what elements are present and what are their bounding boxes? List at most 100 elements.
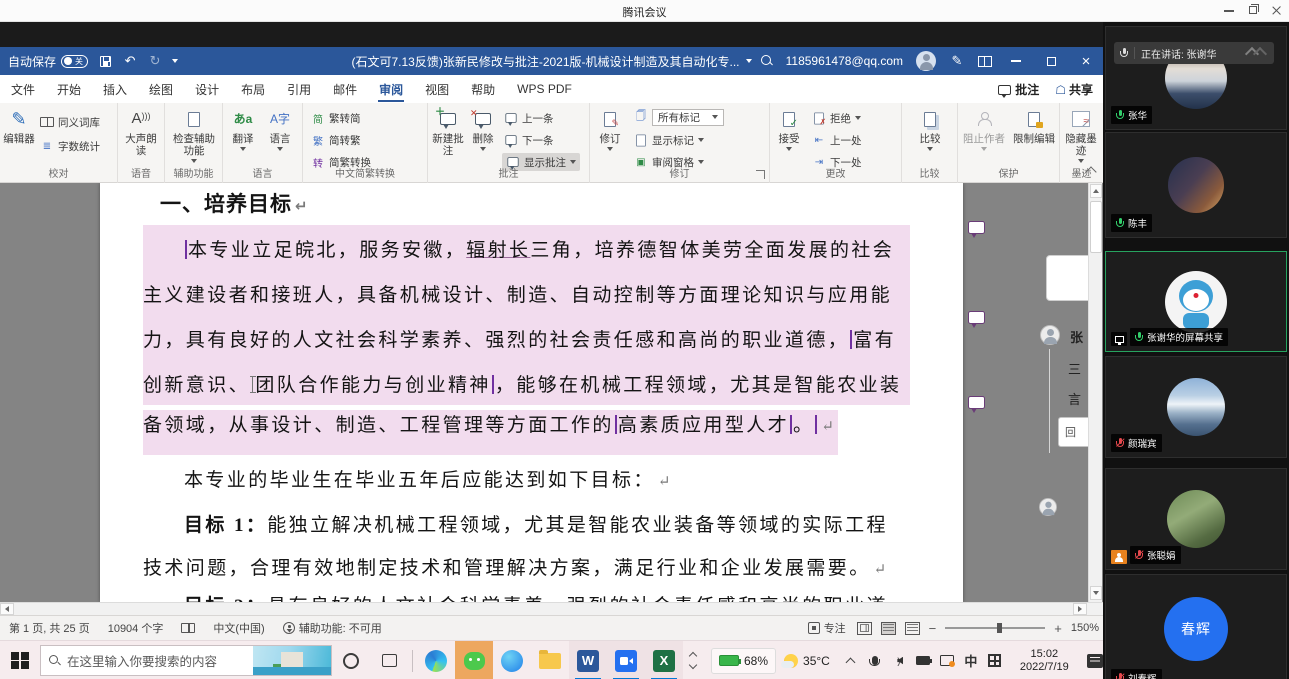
quick-access-dropdown-icon[interactable] — [172, 59, 179, 63]
doc-line-3[interactable]: 力，具有良好的人文社会科学素养、强烈的社会责任感和高尚的职业道德， 富有 — [143, 325, 897, 352]
start-button[interactable] — [0, 641, 40, 679]
autosave-toggle-pill[interactable]: 关 — [61, 54, 89, 68]
doc-line-1[interactable]: 本专业立足皖北，服务安徽，辐射长三角，培养德智体美劳全面发展的社会 — [143, 235, 895, 262]
word-count-indicator[interactable]: 10904 个字 — [99, 620, 173, 636]
ime-grid-icon[interactable] — [988, 654, 1002, 668]
close-icon[interactable] — [1269, 3, 1285, 17]
search-icon[interactable] — [760, 55, 773, 67]
previous-comment-button[interactable]: 上一条 — [504, 109, 554, 127]
window-close-icon[interactable]: × — [1075, 53, 1097, 70]
wechat-button[interactable] — [455, 641, 493, 679]
excel-taskbar-button[interactable]: X — [645, 641, 683, 679]
hidden-icons-button[interactable] — [844, 654, 858, 668]
file-explorer-button[interactable] — [531, 641, 569, 679]
read-mode-icon[interactable] — [856, 621, 872, 635]
thesaurus-button[interactable]: 同义词库 — [40, 113, 100, 131]
tab-view[interactable]: 视图 — [414, 75, 460, 103]
meeting-taskbar-button[interactable] — [607, 641, 645, 679]
tab-layout[interactable]: 布局 — [230, 75, 276, 103]
doc-heading[interactable]: 一、培养目标 ↵ — [160, 188, 308, 218]
participant-tile[interactable]: 春辉 刘春辉 — [1105, 574, 1287, 679]
document-title[interactable]: (石文可7.13反馈)张新民修改与批注-2021版-机械设计制造及其自动化专..… — [351, 53, 739, 70]
language-indicator[interactable]: 中文(中国) — [204, 620, 273, 636]
task-view-button[interactable] — [370, 641, 408, 679]
tab-mailings[interactable]: 邮件 — [322, 75, 368, 103]
tab-home[interactable]: 开始 — [46, 75, 92, 103]
minimize-icon[interactable] — [1221, 3, 1237, 17]
participant-tile[interactable]: 颜瑞宾 — [1105, 356, 1287, 458]
accessibility-indicator[interactable]: 辅助功能: 不可用 — [274, 620, 391, 636]
zoom-out-icon[interactable]: − — [929, 621, 937, 636]
zoom-slider-thumb[interactable] — [997, 623, 1003, 633]
comments-button[interactable]: 批注 — [998, 81, 1039, 98]
taskbar-scroll-arrows[interactable] — [683, 651, 703, 670]
tab-draw[interactable]: 绘图 — [138, 75, 184, 103]
doc-goal2-clipped[interactable]: 目标 2：具有良好的人文社会科学素养，强烈的社会责任感和高尚的职业道 — [184, 591, 888, 602]
horizontal-scrollbar[interactable] — [0, 602, 1103, 615]
vertical-scrollbar[interactable] — [1088, 183, 1102, 602]
window-restore-icon[interactable] — [1040, 53, 1062, 69]
compare-button[interactable]: 比较 — [912, 108, 948, 151]
vertical-scroll-thumb[interactable] — [1090, 201, 1102, 253]
comment-bubble-icon[interactable] — [968, 311, 985, 328]
tray-speaker-icon[interactable]: ) — [892, 654, 906, 668]
zoom-slider[interactable] — [945, 623, 1046, 633]
editor-button[interactable]: ✎ 编辑器 — [2, 108, 36, 145]
restrict-editing-button[interactable]: 限制编辑 — [1010, 108, 1058, 145]
participant-tile[interactable]: 张聪娟 — [1105, 468, 1287, 570]
word-count-button[interactable]: ≣ 字数统计 — [40, 137, 100, 155]
check-accessibility-button[interactable]: 检查辅助功能 — [169, 108, 219, 163]
tab-review[interactable]: 审阅 — [368, 75, 414, 103]
taskbar-search-input[interactable]: 在这里输入你要搜索的内容 — [40, 645, 332, 676]
account-avatar[interactable] — [916, 51, 936, 71]
redo-icon[interactable]: ↻ — [147, 53, 163, 69]
simp-to-trad-button[interactable]: 繁简转繁 — [311, 131, 361, 149]
participant-tile-sharing[interactable]: 张谢华的屏幕共享 — [1105, 251, 1287, 352]
tray-battery-icon[interactable] — [915, 654, 933, 668]
doc-line-5[interactable]: 备领域，从事设计、制造、工程管理等方面工作的 高素质应用型人才。 ↵ — [143, 410, 838, 455]
hide-ink-button[interactable]: 隐藏墨迹 — [1062, 108, 1100, 163]
doc-goal1-line1[interactable]: 目标 1：能独立解决机械工程领域，尤其是智能农业装备等领域的实际工程 — [184, 510, 888, 537]
doc-goal1-line2[interactable]: 技术问题，合理有效地制定技术和管理解决方案，满足行业和企业发展需要。 ↵ — [143, 553, 886, 580]
delete-comment-button[interactable]: 删除 — [468, 107, 498, 151]
show-markup-button[interactable]: 显示标记 — [634, 131, 704, 149]
doc-line-4[interactable]: 创新意识、 团队合作能力与创业精神 ，能够在机械工程领域，尤其是智能农业装 — [143, 370, 902, 397]
tab-references[interactable]: 引用 — [276, 75, 322, 103]
tab-wps-pdf[interactable]: WPS PDF — [506, 75, 583, 103]
focus-button[interactable]: 专注 — [806, 620, 848, 636]
window-minimize-icon[interactable] — [1005, 53, 1027, 69]
accept-button[interactable]: 接受 — [773, 108, 805, 151]
share-button[interactable]: ☖ 共享 — [1055, 81, 1093, 98]
tab-help[interactable]: 帮助 — [460, 75, 506, 103]
doc-para-2[interactable]: 本专业的毕业生在毕业五年后应能达到如下目标： ↵ — [184, 465, 670, 492]
taskbar-clock[interactable]: 15:02 2022/7/19 — [1012, 648, 1077, 674]
track-changes-button[interactable]: 修订 — [594, 108, 626, 151]
tab-insert[interactable]: 插入 — [92, 75, 138, 103]
markup-dropdown[interactable]: 🗍 所有标记 — [634, 108, 724, 126]
scroll-down-icon[interactable] — [1090, 586, 1102, 600]
trad-to-simp-button[interactable]: 简繁转简 — [311, 109, 361, 127]
language-button[interactable]: A字 语言 — [263, 108, 297, 151]
tray-microphone-icon[interactable] — [868, 654, 882, 668]
tab-design[interactable]: 设计 — [184, 75, 230, 103]
ime-mode-indicator[interactable]: 中 — [964, 654, 978, 669]
zoom-level[interactable]: 150% — [1071, 622, 1099, 634]
battery-widget[interactable]: 68% — [711, 647, 777, 674]
account-email[interactable]: 1185961478@qq.com — [786, 54, 903, 68]
proofing-icon[interactable] — [172, 623, 204, 633]
cortana-button[interactable] — [332, 641, 370, 679]
reject-button[interactable]: 拒绝 — [812, 109, 861, 127]
restore-icon[interactable] — [1245, 3, 1261, 17]
comment-bubble-icon[interactable] — [968, 396, 985, 413]
notification-center-icon[interactable] — [1086, 653, 1103, 668]
document-canvas[interactable]: 一、培养目标 ↵ 本专业立足皖北，服务安徽，辐射长三角，培养德智体美劳全面发展的社… — [0, 183, 1103, 602]
translate-button[interactable]: あa 翻译 — [226, 108, 260, 151]
web-layout-icon[interactable] — [904, 621, 920, 635]
print-layout-icon[interactable] — [880, 621, 896, 635]
save-icon[interactable] — [97, 53, 113, 69]
tab-file[interactable]: 文件 — [0, 75, 46, 103]
ribbon-display-options-icon[interactable] — [978, 55, 992, 67]
new-comment-button[interactable]: 新建批注 — [430, 107, 466, 157]
qq-button[interactable] — [493, 641, 531, 679]
participant-tile[interactable]: 陈丰 — [1105, 132, 1287, 238]
